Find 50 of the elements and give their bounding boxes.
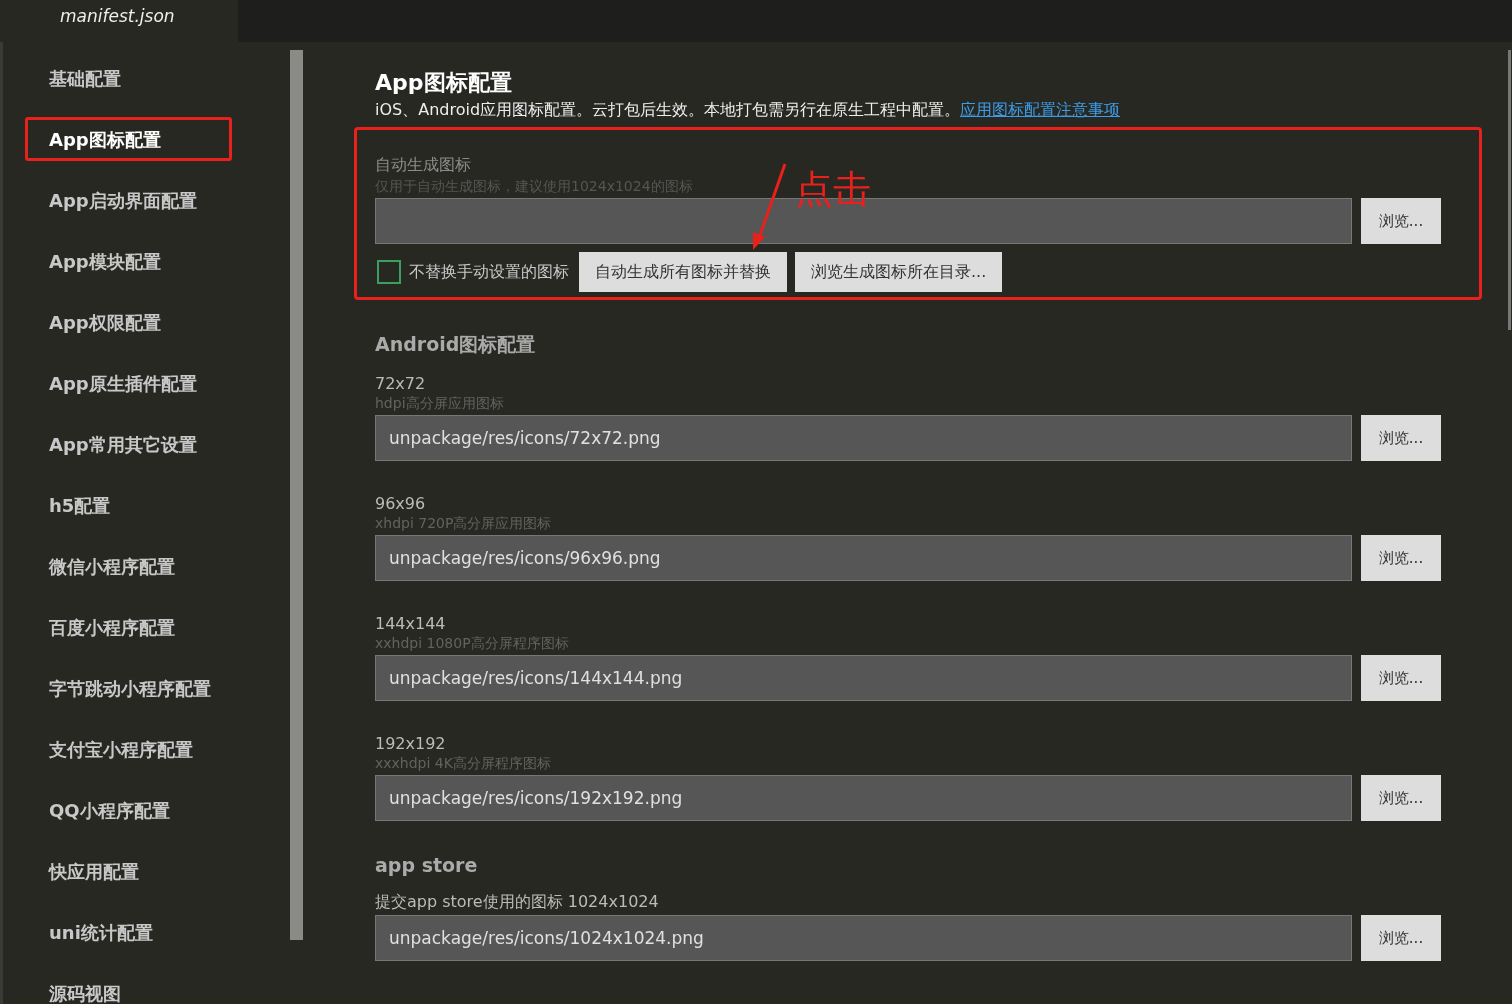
page-title: App图标配置 (375, 69, 513, 97)
sidebar-item[interactable]: 支付宝小程序配置 (25, 727, 232, 771)
scrollbar-thumb[interactable] (1508, 50, 1511, 330)
sidebar-item[interactable]: App常用其它设置 (25, 422, 232, 466)
sidebar-item[interactable]: App模块配置 (25, 239, 232, 283)
scrollbar-thumb[interactable] (290, 50, 303, 940)
field-label: 提交app store使用的图标 1024x1024 (375, 892, 660, 913)
file-tab[interactable]: manifest.json (0, 0, 238, 42)
path-field[interactable]: unpackage/res/icons/192x192.png (375, 775, 1352, 821)
browse-button[interactable]: 浏览... (1361, 775, 1441, 821)
sidebar-item[interactable]: 微信小程序配置 (25, 544, 232, 588)
sidebar-item[interactable]: App权限配置 (25, 300, 232, 344)
field-label: 144x144 (375, 614, 447, 633)
path-field[interactable]: unpackage/res/icons/96x96.png (375, 535, 1352, 581)
sidebar-item[interactable]: 字节跳动小程序配置 (25, 666, 232, 710)
field-label: 96x96 (375, 494, 427, 513)
sidebar-item[interactable]: 源码视图 (25, 971, 232, 1004)
field-hint: xxxhdpi 4K高分屏程序图标 (375, 755, 552, 773)
notes-link[interactable]: 应用图标配置注意事项 (960, 100, 1121, 119)
action-button[interactable]: 浏览生成图标所在目录... (795, 252, 1003, 292)
field-label: 自动生成图标 (375, 155, 472, 176)
browse-button[interactable]: 浏览... (1361, 915, 1441, 961)
annotation-text: 点击 (795, 166, 871, 213)
sidebar-item[interactable]: h5配置 (25, 483, 232, 527)
field-label: 192x192 (375, 734, 447, 753)
page-description: iOS、Android应用图标配置。云打包后生效。本地打包需另行在原生工程中配置。 (375, 100, 961, 119)
checkbox[interactable] (377, 260, 401, 284)
sidebar-item[interactable]: App原生插件配置 (25, 361, 232, 405)
field-hint: hdpi高分屏应用图标 (375, 395, 505, 413)
path-field[interactable]: unpackage/res/icons/1024x1024.png (375, 915, 1352, 961)
path-field[interactable]: unpackage/res/icons/144x144.png (375, 655, 1352, 701)
browse-button[interactable]: 浏览... (1361, 535, 1441, 581)
checkbox-label: 不替换手动设置的图标 (409, 261, 569, 283)
action-button[interactable]: 自动生成所有图标并替换 (579, 252, 787, 292)
field-hint: xhdpi 720P高分屏应用图标 (375, 515, 553, 533)
browse-button[interactable]: 浏览... (1361, 415, 1441, 461)
browse-button[interactable]: 浏览... (1361, 198, 1441, 244)
sidebar-item[interactable]: 基础配置 (25, 56, 232, 100)
field-hint: xxhdpi 1080P高分屏程序图标 (375, 635, 570, 653)
sidebar-item[interactable]: App图标配置 (25, 117, 232, 161)
sidebar-item[interactable]: 百度小程序配置 (25, 605, 232, 649)
path-field[interactable]: unpackage/res/icons/72x72.png (375, 415, 1352, 461)
section-heading: Android图标配置 (375, 332, 537, 357)
sidebar-item[interactable]: QQ小程序配置 (25, 788, 232, 832)
sidebar-item[interactable]: uni统计配置 (25, 910, 232, 954)
browse-button[interactable]: 浏览... (1361, 655, 1441, 701)
field-label: 72x72 (375, 374, 427, 393)
section-heading: app store (375, 854, 479, 876)
sidebar-item[interactable]: 快应用配置 (25, 849, 232, 893)
sidebar-item[interactable]: App启动界面配置 (25, 178, 232, 222)
